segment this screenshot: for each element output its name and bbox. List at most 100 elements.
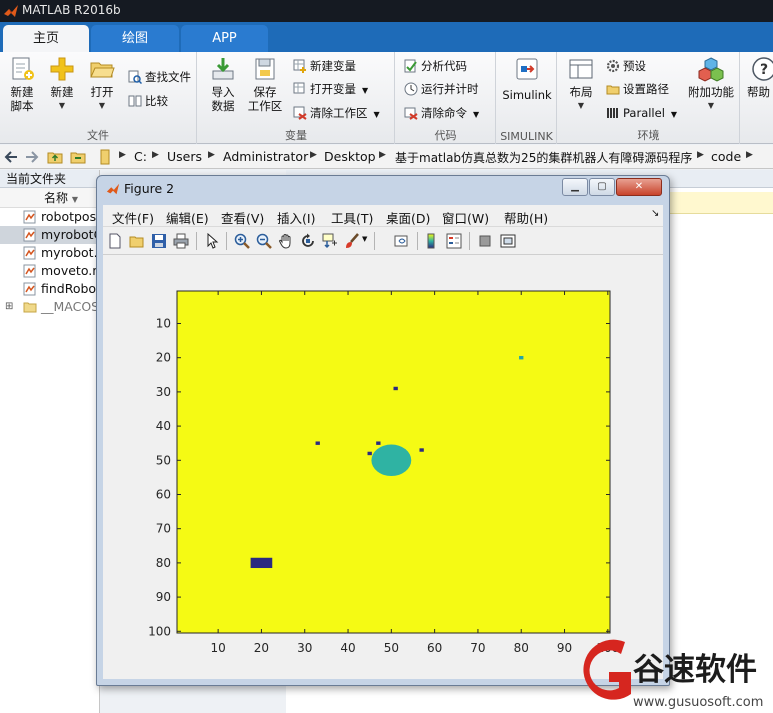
forward-arrow-icon[interactable] [24,149,40,165]
breadcrumb-item[interactable]: Desktop [324,149,376,164]
import-data-button[interactable]: 导入 数据 [204,56,242,113]
addons-cubes-icon [698,57,724,82]
file-row[interactable]: myrobot. [0,244,99,262]
zoom-out-icon[interactable] [256,233,272,249]
link-plot-icon[interactable] [394,233,410,249]
menu-desktop[interactable]: 桌面(D) [386,208,430,227]
layout-button[interactable]: 布局 ▼ [562,56,600,113]
parallel-button[interactable]: Parallel ▼ [606,104,677,122]
heatmap-plot[interactable]: 1020304050607080901001020304050607080901… [103,255,663,679]
open-button[interactable]: 打开 ▼ [83,56,121,113]
hide-plot-tools-icon[interactable] [477,233,493,249]
file-row-selected[interactable]: myrobotC [0,226,99,244]
x-tick-label: 60 [427,641,442,655]
breadcrumb-item[interactable]: Users [167,149,202,164]
legend-icon[interactable] [446,233,462,249]
breadcrumb-item[interactable]: Administrator [223,149,308,164]
breadcrumb-item[interactable]: C: [134,149,147,164]
clear-commands-dropdown-icon[interactable]: ▼ [473,110,479,119]
tab-home[interactable]: 主页 [3,25,89,52]
menu-tools[interactable]: 工具(T) [331,208,373,227]
ribbon-tab-bar: 主页 绘图 APP [0,22,773,52]
set-path-button[interactable]: 设置路径 [606,80,669,98]
address-bar: ▶ C: ▶ Users ▶ Administrator ▶ Desktop ▶… [0,145,773,169]
figure-title: Figure 2 [124,181,175,196]
menu-insert[interactable]: 插入(I) [277,208,315,227]
gusuo-logo-icon: 谷速软件 www.gusuosoft.com [583,639,763,710]
close-button[interactable]: ✕ [616,178,662,196]
open-variable-dropdown-icon[interactable]: ▼ [362,86,368,95]
show-plot-tools-icon[interactable] [500,233,516,249]
open-dropdown-icon[interactable]: ▼ [83,99,121,113]
matlab-logo-icon [4,5,18,17]
figure-window: Figure 2 ▁ ▢ ✕ 文件(F) 编辑(E) 查看(V) 插入(I) 工… [96,175,670,686]
expand-plus-icon[interactable]: ⊞ [5,298,13,316]
parallel-dropdown-icon[interactable]: ▼ [671,110,677,119]
m-file-icon [23,210,36,224]
brush-dropdown-icon[interactable]: ▼ [362,235,367,243]
up-folder-icon[interactable] [47,149,63,165]
simulink-button[interactable]: Simulink [499,56,555,102]
heatmap-cell-robot [376,441,381,445]
menu-window[interactable]: 窗口(W) [442,208,489,227]
crumb-separator-icon: ▶ [746,150,753,160]
tab-plots[interactable]: 绘图 [91,25,179,52]
new-figure-icon[interactable] [107,233,123,249]
file-row[interactable]: findRobo [0,280,99,298]
layout-dropdown-icon[interactable]: ▼ [562,99,600,113]
name-column-header[interactable]: 名称 ▼ [0,188,99,208]
print-icon[interactable] [173,233,189,249]
zoom-in-icon[interactable] [234,233,250,249]
x-tick-label: 90 [557,641,572,655]
menu-view[interactable]: 查看(V) [221,208,264,227]
colorbar-icon[interactable] [424,233,440,249]
data-cursor-icon[interactable] [322,233,338,249]
brush-icon[interactable] [344,233,360,249]
menu-edit[interactable]: 编辑(E) [166,208,209,227]
addons-button[interactable]: 附加功能 ▼ [686,56,736,113]
help-button[interactable]: ? 帮助 [747,56,773,99]
analyze-code-button[interactable]: 分析代码 [404,57,467,75]
run-and-time-icon [404,82,418,96]
open-variable-button[interactable]: 打开变量 ▼ [293,80,368,98]
menu-file[interactable]: 文件(F) [112,208,154,227]
run-and-time-button[interactable]: 运行并计时 [404,80,479,98]
compare-button[interactable]: 比较 [128,92,168,110]
addons-dropdown-icon[interactable]: ▼ [686,99,736,113]
folder-row[interactable]: ⊞ __MACOS [0,298,99,316]
app-title: MATLAB R2016b [22,3,121,17]
breadcrumb-item[interactable]: 基于matlab仿真总数为25的集群机器人有障碍源码程序 [395,149,692,166]
parallel-label: Parallel [623,106,665,120]
clear-workspace-dropdown-icon[interactable]: ▼ [374,110,380,119]
minimize-button[interactable]: ▁ [562,178,588,196]
breadcrumb-item[interactable]: code [711,149,741,164]
find-files-button[interactable]: 查找文件 [128,68,191,86]
preferences-button[interactable]: 预设 [606,57,646,75]
select-arrow-icon[interactable] [204,233,220,249]
new-button[interactable]: 新建 ▼ [43,56,81,113]
clear-commands-button[interactable]: 清除命令 ▼ [404,104,479,122]
menu-dock-arrow-icon[interactable]: ↘ [651,208,659,219]
svg-text:?: ? [760,62,768,78]
clear-workspace-button[interactable]: 清除工作区 ▼ [293,104,380,122]
browse-folder-icon[interactable] [70,149,86,165]
new-variable-button[interactable]: 新建变量 [293,57,356,75]
tab-apps[interactable]: APP [181,25,268,52]
figure-title-bar[interactable]: Figure 2 ▁ ▢ ✕ [97,176,669,202]
new-script-button[interactable]: 新建 脚本 [3,56,41,113]
new-dropdown-icon[interactable]: ▼ [43,99,81,113]
rotate-3d-icon[interactable] [300,233,316,249]
crumb-separator-icon: ▶ [310,150,317,160]
pan-hand-icon[interactable] [278,233,294,249]
file-row[interactable]: moveto.m [0,262,99,280]
y-tick-label: 40 [156,419,171,433]
back-arrow-icon[interactable] [3,149,19,165]
menu-help[interactable]: 帮助(H) [504,208,548,227]
save-icon[interactable] [151,233,167,249]
file-name: moveto.m [41,263,99,278]
save-workspace-button[interactable]: 保存 工作区 [246,56,284,113]
file-row[interactable]: robotpos [0,208,99,226]
maximize-button[interactable]: ▢ [589,178,615,196]
open-file-icon[interactable] [129,233,145,249]
clear-workspace-label: 清除工作区 [310,106,368,120]
